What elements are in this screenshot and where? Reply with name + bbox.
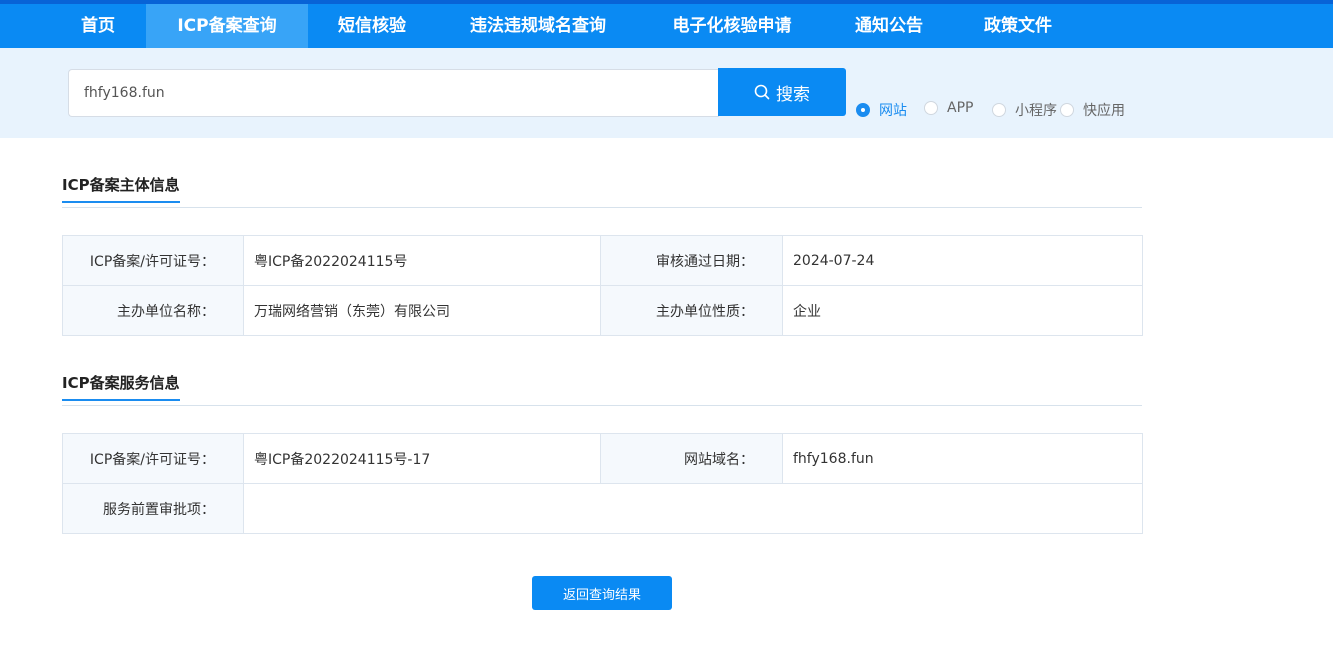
service-info-table: ICP备案/许可证号： 粤ICP备2022024115号-17 网站域名： fh… [62, 433, 1143, 534]
search-type-miniprogram-radio[interactable]: 小程序 [992, 100, 1057, 120]
license-number-label: ICP备案/许可证号： [62, 235, 244, 286]
organizer-type-value: 企业 [782, 285, 1143, 336]
nav-item-policy-docs[interactable]: 政策文件 [966, 4, 1070, 48]
radio-checked-icon [856, 103, 870, 117]
website-domain-label: 网站域名： [600, 433, 783, 484]
search-button[interactable]: 搜索 [718, 68, 846, 116]
search-type-label: 小程序 [1015, 103, 1057, 119]
radio-unchecked-icon [924, 101, 938, 115]
organizer-type-label: 主办单位性质： [600, 285, 783, 336]
radio-unchecked-icon [1060, 103, 1074, 117]
search-button-label: 搜索 [776, 84, 810, 105]
pre-approval-label: 服务前置审批项： [62, 483, 244, 534]
table-row: ICP备案/许可证号： 粤ICP备2022024115号 审核通过日期： 202… [62, 235, 1143, 286]
nav-item-notices[interactable]: 通知公告 [838, 4, 940, 48]
search-type-label: 网站 [879, 103, 907, 119]
table-row: ICP备案/许可证号： 粤ICP备2022024115号-17 网站域名： fh… [62, 433, 1143, 484]
search-input[interactable] [68, 69, 719, 117]
search-panel: 搜索 网站 APP 小程序 快应用 [0, 48, 1333, 138]
service-section-title: ICP备案服务信息 [62, 372, 180, 401]
approval-date-label: 审核通过日期： [600, 235, 783, 286]
back-to-results-button[interactable]: 返回查询结果 [532, 576, 672, 610]
table-row: 服务前置审批项： [62, 483, 1143, 534]
radio-unchecked-icon [992, 103, 1006, 117]
search-type-app-radio[interactable]: APP [924, 100, 973, 116]
nav-item-home[interactable]: 首页 [62, 4, 134, 48]
nav-item-icp-query[interactable]: ICP备案查询 [146, 4, 308, 48]
pre-approval-value [243, 483, 1143, 534]
approval-date-value: 2024-07-24 [782, 235, 1143, 286]
search-icon [754, 84, 770, 100]
search-type-website-radio[interactable]: 网站 [856, 100, 907, 120]
license-number-value: 粤ICP备2022024115号 [243, 235, 601, 286]
subject-info-table: ICP备案/许可证号： 粤ICP备2022024115号 审核通过日期： 202… [62, 235, 1143, 336]
search-type-quickapp-radio[interactable]: 快应用 [1060, 100, 1125, 120]
top-navigation: 首页 ICP备案查询 短信核验 违法违规域名查询 电子化核验申请 通知公告 政策… [0, 0, 1333, 48]
section-divider [62, 207, 1142, 208]
organizer-name-label: 主办单位名称： [62, 285, 244, 336]
search-type-label: 快应用 [1083, 103, 1125, 119]
nav-item-sms-verify[interactable]: 短信核验 [320, 4, 424, 48]
section-divider [62, 405, 1142, 406]
nav-item-electronic-verify[interactable]: 电子化核验申请 [652, 4, 812, 48]
table-row: 主办单位名称： 万瑞网络营销（东莞）有限公司 主办单位性质： 企业 [62, 285, 1143, 336]
nav-item-illegal-domain-query[interactable]: 违法违规域名查询 [450, 4, 626, 48]
website-domain-value: fhfy168.fun [782, 433, 1143, 484]
service-license-number-label: ICP备案/许可证号： [62, 433, 244, 484]
organizer-name-value: 万瑞网络营销（东莞）有限公司 [243, 285, 601, 336]
search-type-label: APP [947, 100, 974, 116]
subject-section-title: ICP备案主体信息 [62, 174, 180, 203]
service-license-number-value: 粤ICP备2022024115号-17 [243, 433, 601, 484]
